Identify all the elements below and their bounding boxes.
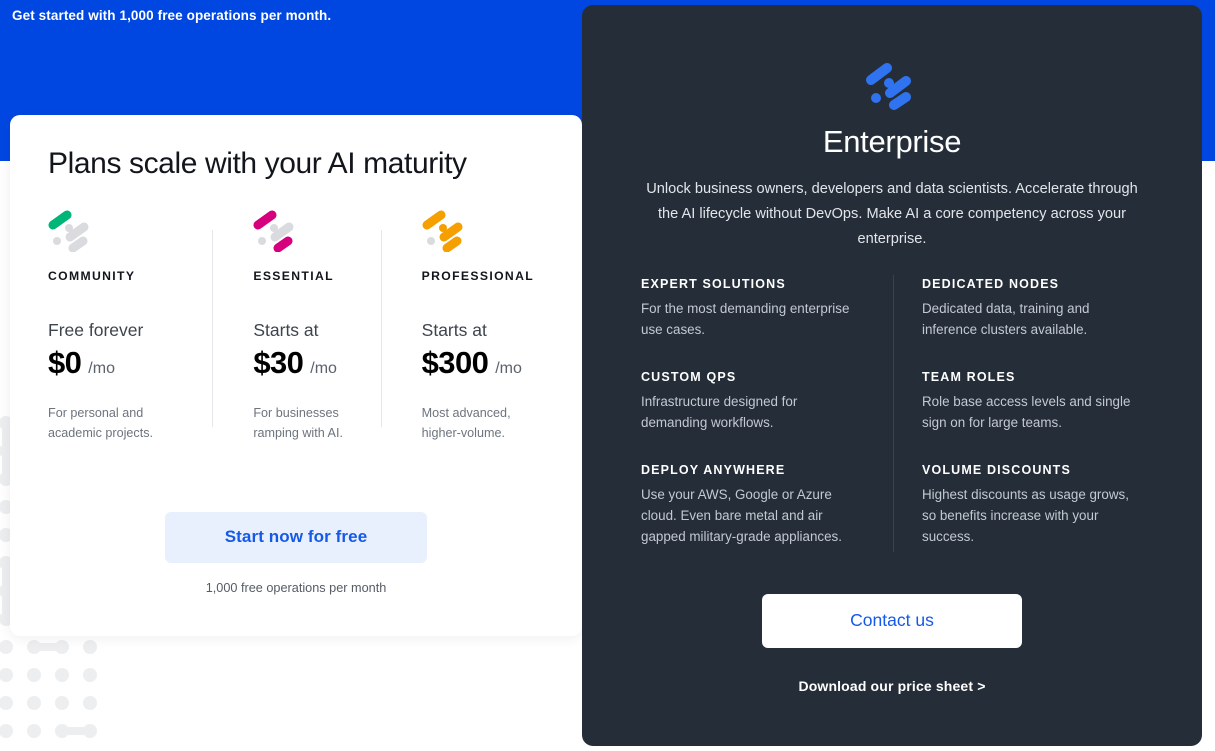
feature-item: DEDICATED NODES Dedicated data, training…	[922, 277, 1145, 340]
feature-title: DEDICATED NODES	[922, 277, 1060, 291]
feature-body: Highest discounts as usage grows, so ben…	[922, 487, 1129, 544]
plan-lead: Starts at	[253, 320, 319, 340]
plan-tier-essential[interactable]: ESSENTIAL Starts at $30 /mo For business…	[212, 210, 380, 470]
enterprise-feature-grid: EXPERT SOLUTIONS For the most demanding …	[641, 275, 1146, 552]
enterprise-subtitle: Unlock business owners, developers and d…	[646, 181, 1138, 247]
feature-body: Use your AWS, Google or Azure cloud. Eve…	[641, 487, 842, 544]
feature-item: VOLUME DISCOUNTS Highest discounts as us…	[922, 463, 1145, 547]
feature-title: CUSTOM QPS	[641, 370, 737, 384]
feature-column-divider	[893, 275, 894, 552]
nodes-icon-essential	[253, 210, 294, 252]
nodes-icon-enterprise	[866, 63, 911, 110]
start-now-for-free-button[interactable]: Start now for free	[165, 512, 427, 563]
enterprise-cta-area: Contact us Download our price sheet >	[582, 594, 1202, 696]
plan-price: $0	[48, 345, 82, 380]
feature-item: DEPLOY ANYWHERE Use your AWS, Google or …	[641, 463, 863, 547]
feature-title: VOLUME DISCOUNTS	[922, 463, 1071, 477]
tier-divider	[380, 230, 382, 427]
plan-name: ESSENTIAL	[253, 269, 334, 283]
plan-price-line: $300 /mo	[422, 345, 540, 381]
free-operations-note: 1,000 free operations per month	[205, 581, 387, 595]
plan-price-line: $0 /mo	[48, 345, 194, 381]
plans-card: Plans scale with your AI maturity COMMUN…	[10, 115, 582, 636]
feature-body: Dedicated data, training and inference c…	[922, 301, 1090, 337]
plan-price-line: $30 /mo	[253, 345, 362, 381]
feature-item: TEAM ROLES Role base access levels and s…	[922, 370, 1145, 433]
plan-name: COMMUNITY	[48, 269, 136, 283]
feature-item: EXPERT SOLUTIONS For the most demanding …	[641, 277, 863, 340]
plan-description: Most advanced, higher-volume.	[421, 406, 511, 440]
feature-body: Role base access levels and single sign …	[922, 394, 1131, 430]
enterprise-title: Enterprise	[822, 124, 962, 159]
feature-title: DEPLOY ANYWHERE	[641, 463, 786, 477]
plan-description: For personal and academic projects.	[48, 406, 153, 440]
plan-tier-professional[interactable]: PROFESSIONAL Starts at $300 /mo Most adv…	[380, 210, 558, 470]
feature-body: For the most demanding enterprise use ca…	[641, 301, 850, 337]
plan-name: PROFESSIONAL	[421, 269, 535, 283]
plan-lead: Free forever	[48, 320, 144, 340]
nodes-icon-community	[48, 210, 89, 252]
contact-us-button[interactable]: Contact us	[762, 594, 1022, 648]
plans-cta-area: Start now for free 1,000 free operations…	[10, 512, 582, 595]
download-price-sheet-link[interactable]: Download our price sheet >	[798, 678, 985, 694]
plan-price-period: /mo	[88, 360, 115, 377]
enterprise-feature-column-left: EXPERT SOLUTIONS For the most demanding …	[641, 277, 893, 547]
promo-text: Get started with 1,000 free operations p…	[12, 8, 332, 23]
page-title: Plans scale with your AI maturity	[48, 147, 467, 180]
feature-body: Infrastructure designed for demanding wo…	[641, 394, 798, 430]
plan-price: $30	[253, 345, 304, 380]
enterprise-feature-column-right: DEDICATED NODES Dedicated data, training…	[893, 275, 1145, 552]
feature-title: TEAM ROLES	[922, 370, 1016, 384]
plan-price-period: /mo	[310, 360, 337, 377]
plan-description: For businesses ramping with AI.	[253, 406, 343, 440]
plan-tier-list: COMMUNITY Free forever $0 /mo For person…	[48, 210, 558, 470]
plan-price-period: /mo	[495, 360, 522, 377]
pricing-page: Get started with 1,000 free operations p…	[0, 0, 1215, 751]
tier-divider	[212, 230, 214, 427]
plan-lead: Starts at	[421, 320, 487, 340]
plan-tier-community[interactable]: COMMUNITY Free forever $0 /mo For person…	[48, 210, 212, 470]
feature-title: EXPERT SOLUTIONS	[641, 277, 786, 291]
enterprise-panel: Enterprise Unlock business owners, devel…	[582, 5, 1202, 746]
plan-price: $300	[421, 345, 489, 380]
feature-item: CUSTOM QPS Infrastructure designed for d…	[641, 370, 863, 433]
nodes-icon-professional	[422, 210, 463, 252]
